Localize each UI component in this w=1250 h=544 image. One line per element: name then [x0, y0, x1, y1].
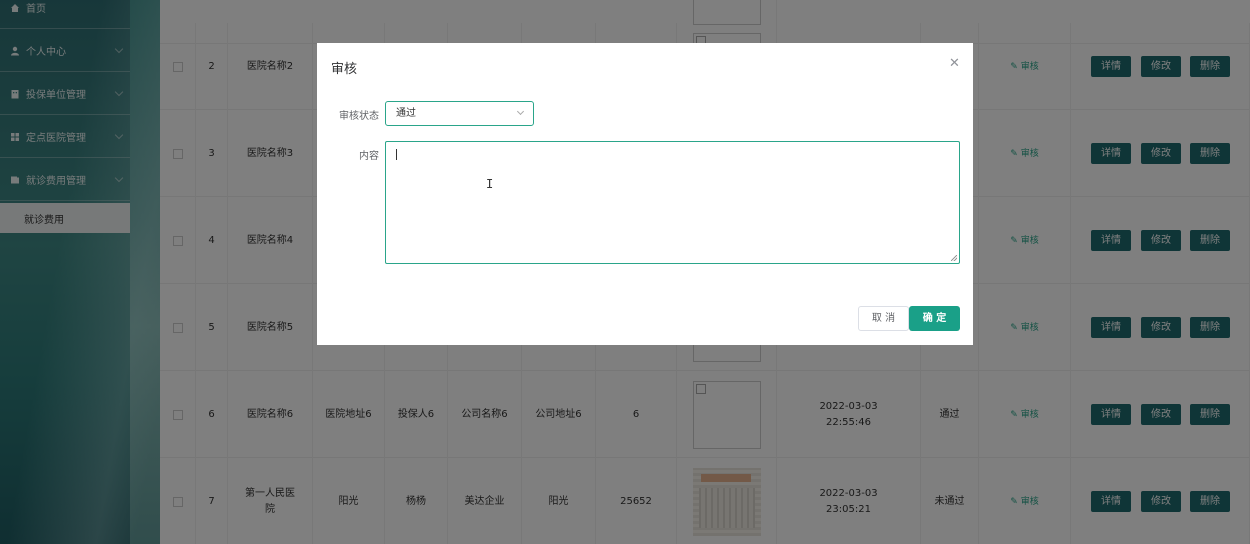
close-icon[interactable]: ✕ [949, 56, 960, 71]
resize-handle-icon[interactable] [951, 255, 957, 261]
cancel-button[interactable]: 取 消 [858, 306, 909, 331]
content-textarea[interactable]: I [385, 141, 960, 264]
confirm-button[interactable]: 确 定 [909, 306, 960, 331]
text-cursor [396, 149, 397, 160]
audit-status-value: 通过 [396, 108, 416, 119]
dialog-title: 审核 [331, 62, 358, 77]
chevron-down-icon [516, 107, 525, 116]
ibeam-cursor-icon: I [486, 177, 494, 191]
audit-status-label: 审核状态 [339, 111, 379, 122]
audit-status-select[interactable]: 通过 [385, 101, 534, 126]
content-label: 内容 [359, 151, 379, 162]
audit-dialog: 审核 ✕ 审核状态 通过 内容 I 取 消 确 定 [317, 43, 973, 345]
